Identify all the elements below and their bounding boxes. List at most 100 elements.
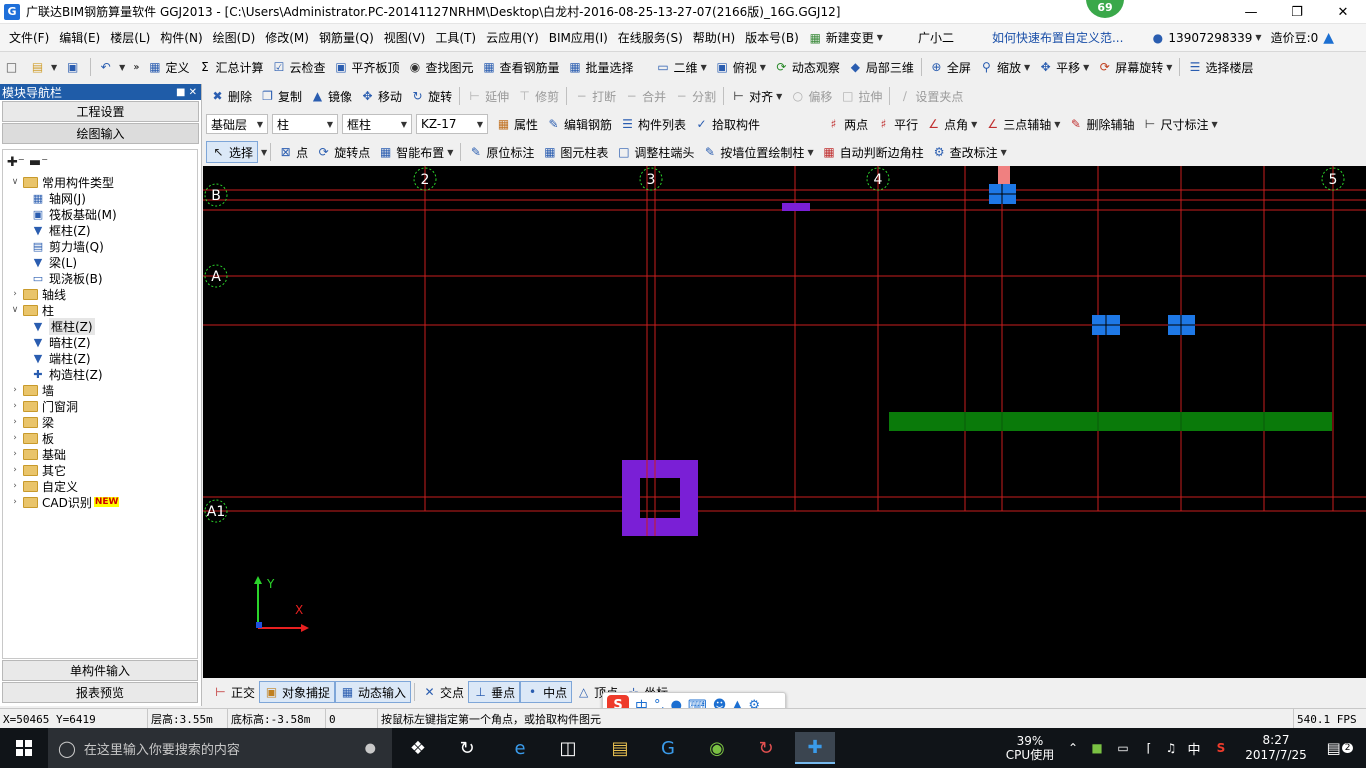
offset-button[interactable]: ○ 偏移	[786, 85, 836, 107]
auto-corner-column-button[interactable]: ▦ 自动判断边角柱	[818, 141, 928, 163]
tree-node[interactable]: ▼ 暗柱(Z)	[3, 334, 197, 350]
tree-node[interactable]: › 基础	[3, 446, 197, 462]
summary-calc-button[interactable]: Σ 汇总计算	[193, 56, 267, 78]
column-element-purple-hollow[interactable]	[622, 460, 698, 536]
flat-top-button[interactable]: ▣ 平齐板顶	[329, 56, 403, 78]
extend-button[interactable]: ⊢ 延伸	[463, 85, 513, 107]
dynamic-input-toggle[interactable]: ▦ 动态输入	[335, 681, 412, 703]
properties-button[interactable]: ▦ 属性	[492, 113, 542, 135]
find-element-button[interactable]: ◉ 查找图元	[404, 56, 478, 78]
two-points-button[interactable]: ♯ 两点	[822, 113, 872, 135]
chevron-right-icon[interactable]: ›	[9, 417, 21, 427]
component-subtype-select[interactable]: 框柱 ▼	[342, 114, 412, 134]
chevron-down-icon[interactable]: ∨	[9, 177, 21, 187]
set-grip-button[interactable]: ∕ 设置夹点	[893, 85, 967, 107]
rotate-button[interactable]: ↻ 旋转	[406, 85, 456, 107]
top-view-dropdown[interactable]: ▣ 俯视 ▼	[711, 56, 770, 78]
tab-single-component-input[interactable]: 单构件输入	[2, 660, 198, 681]
copy-button[interactable]: ❐ 复制	[256, 85, 306, 107]
floor-select[interactable]: 基础层 ▼	[206, 114, 268, 134]
smart-layout-dropdown[interactable]: ▦ 智能布置 ▼	[374, 141, 457, 163]
assistant-label[interactable]: 广小二	[913, 29, 959, 46]
element-column-table-button[interactable]: ▦ 图元柱表	[538, 141, 612, 163]
tree-node[interactable]: › CAD识别 NEW	[3, 494, 197, 510]
tree-node[interactable]: › 梁	[3, 414, 197, 430]
start-button[interactable]	[0, 728, 48, 768]
menu-tools[interactable]: 工具(T)	[430, 29, 481, 46]
move-button[interactable]: ✥ 移动	[356, 85, 406, 107]
microphone-icon[interactable]: ●	[365, 741, 376, 756]
perpendicular-snap[interactable]: ⊥ 垂点	[468, 681, 521, 703]
rotate-point-button[interactable]: ⟳ 旋转点	[312, 141, 374, 163]
battery-icon[interactable]: ▭	[1112, 728, 1134, 768]
purple-element-small[interactable]	[782, 203, 810, 211]
clock[interactable]: 8:27 2017/7/25	[1240, 728, 1312, 768]
chevron-down-icon[interactable]: ∨	[9, 305, 21, 315]
expand-all-icon[interactable]: ✚⁻	[7, 155, 25, 170]
component-list-button[interactable]: ☰ 构件列表	[616, 113, 690, 135]
three-point-axis-dropdown[interactable]: ∠ 三点辅轴 ▼	[981, 113, 1064, 135]
merge-button[interactable]: − 合并	[620, 85, 670, 107]
tree-node[interactable]: ▼ 框柱(Z)	[3, 317, 197, 335]
menu-draw[interactable]: 绘图(D)	[208, 29, 261, 46]
chevron-right-icon[interactable]: ›	[9, 497, 21, 507]
tab-drawing-input[interactable]: 绘图输入	[2, 123, 199, 144]
fullscreen-button[interactable]: ⊕ 全屏	[925, 56, 975, 78]
component-type-select[interactable]: 柱 ▼	[272, 114, 338, 134]
chevron-right-icon[interactable]: ›	[9, 465, 21, 475]
tree-node[interactable]: › 板	[3, 430, 197, 446]
define-button[interactable]: ▦ 定义	[143, 56, 193, 78]
mirror-button[interactable]: ▲ 镜像	[306, 85, 356, 107]
tree-node[interactable]: › 轴线	[3, 286, 197, 302]
ggj-app-icon[interactable]: ✚	[795, 732, 835, 764]
menu-online[interactable]: 在线服务(S)	[613, 29, 688, 46]
glodon-g-icon[interactable]: G	[648, 732, 688, 764]
ortho-toggle[interactable]: ⊢ 正交	[209, 681, 259, 703]
menu-rebar[interactable]: 钢筋量(Q)	[314, 29, 379, 46]
point-tool-button[interactable]: ⊠ 点	[274, 141, 312, 163]
edge-icon[interactable]: e	[500, 732, 540, 764]
task-view-icon[interactable]: ❖	[398, 732, 438, 764]
tree-node[interactable]: ▼ 梁(L)	[3, 254, 197, 270]
new-change-button[interactable]: ▦ 新建变更 ▼	[804, 27, 887, 49]
drawing-canvas[interactable]: 2 3 4 5 B A A1 Y X	[203, 166, 1366, 678]
undo-button[interactable]: ↶ ▼	[94, 56, 129, 78]
align-dropdown[interactable]: ⊢ 对齐 ▼	[727, 85, 786, 107]
menu-help[interactable]: 帮助(H)	[688, 29, 740, 46]
column-element-pink[interactable]	[998, 166, 1010, 186]
menu-modify[interactable]: 修改(M)	[260, 29, 314, 46]
tree-node[interactable]: › 自定义	[3, 478, 197, 494]
menu-floor[interactable]: 楼层(L)	[105, 29, 155, 46]
taskbar-search[interactable]: ◯ 在这里输入你要搜索的内容 ●	[48, 728, 392, 768]
tree-node[interactable]: ▣ 筏板基础(M)	[3, 206, 197, 222]
tree-node[interactable]: › 墙	[3, 382, 197, 398]
chevron-down-icon[interactable]: ▼	[261, 148, 267, 157]
midpoint-snap[interactable]: • 中点	[520, 681, 573, 703]
menu-file[interactable]: 文件(F)	[4, 29, 54, 46]
menu-component[interactable]: 构件(N)	[155, 29, 207, 46]
cost-beans[interactable]: 造价豆:0	[1266, 29, 1324, 46]
tree-node[interactable]: › 门窗洞	[3, 398, 197, 414]
view-rebar-button[interactable]: ▦ 查看钢筋量	[478, 56, 564, 78]
app-g-icon[interactable]: ↻	[447, 732, 487, 764]
maximize-button[interactable]: ❐	[1274, 0, 1320, 24]
split-button[interactable]: − 分割	[670, 85, 720, 107]
cloud-check-button[interactable]: ☑ 云检查	[267, 56, 329, 78]
account-button[interactable]: ● 13907298339 ▼	[1146, 27, 1265, 49]
open-button[interactable]: ▤ ▼	[26, 56, 61, 78]
tree-node[interactable]: ✚ 构造柱(Z)	[3, 366, 197, 382]
select-floor-button[interactable]: ☰ 选择楼层	[1183, 56, 1257, 78]
adjust-column-end-button[interactable]: □ 调整柱端头	[612, 141, 698, 163]
nvidia-icon[interactable]: ■	[1086, 728, 1108, 768]
store-icon[interactable]: ◫	[548, 732, 588, 764]
close-button[interactable]: ✕	[1320, 0, 1366, 24]
beam-element-green[interactable]	[889, 412, 1332, 431]
chevron-right-icon[interactable]: ›	[9, 433, 21, 443]
tree-node[interactable]: ▦ 轴网(J)	[3, 190, 197, 206]
delete-button[interactable]: ✖ 删除	[206, 85, 256, 107]
chevron-right-icon[interactable]: ›	[9, 385, 21, 395]
tree-node[interactable]: ▼ 端柱(Z)	[3, 350, 197, 366]
wifi-icon[interactable]: ⌈	[1138, 728, 1160, 768]
tree-node[interactable]: ▼ 框柱(Z)	[3, 222, 197, 238]
sogou-tray-icon[interactable]: S	[1210, 728, 1232, 768]
